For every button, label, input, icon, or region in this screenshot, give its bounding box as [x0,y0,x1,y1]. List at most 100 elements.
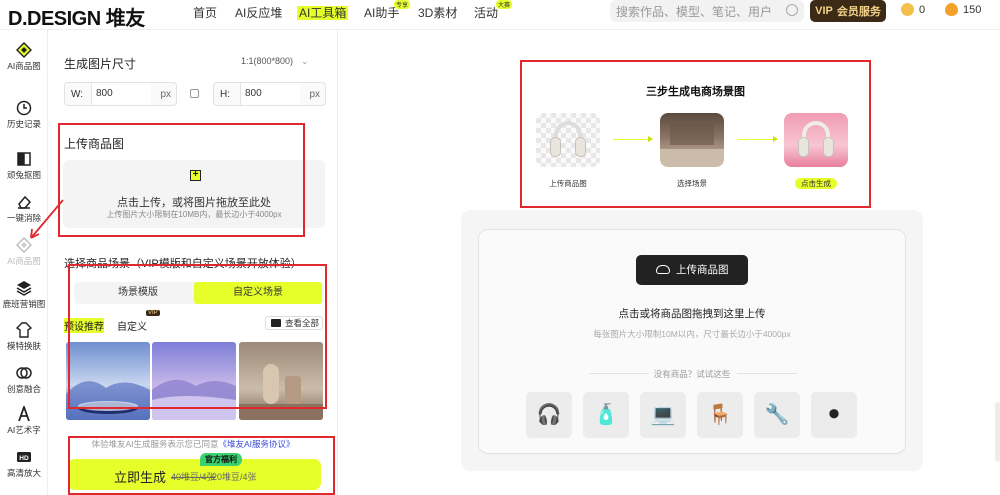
sidebar-item-art-text[interactable]: AI艺术字 [0,406,48,436]
main-canvas: 三步生成电商场景图 上传商品图 选择场景 点击生成 上传商品图 点击或将商品图拖… [338,30,1000,495]
nav-ai-assistant[interactable]: AI助手 专享 [364,0,411,21]
size-ratio-select[interactable]: 1:1(800*800) ⌄ [241,56,309,67]
vip-label: 会员服务 [836,6,881,18]
upload-product-button[interactable]: 上传商品图 [636,255,748,285]
nav-ai-toolbox[interactable]: AI工具箱 [297,4,349,21]
sample-drill[interactable]: 🔧 [754,392,800,438]
annotation-arrow [30,199,64,239]
hd-icon: HD [17,452,31,462]
step-image-result [784,113,848,167]
marketing-icon [16,281,32,296]
headphones-icon: 🎧 [536,404,562,426]
nav-tag-contest: 大赛 [496,0,513,9]
grid-icon [271,319,281,327]
tab-scene-template[interactable]: 场景模版 [74,282,202,304]
drill-icon: 🔧 [764,404,790,426]
vip-member-button[interactable]: VIP 会员服务 [810,0,886,22]
points-count: 150 [963,3,982,16]
nav-3d-assets[interactable]: 3D素材 [418,4,457,21]
coin-balance[interactable]: 0 [901,3,925,16]
height-field[interactable]: H: 800 px [213,82,326,106]
coin-count: 0 [919,3,926,16]
sidebar-item-cutout[interactable]: 顽兔抠图 [0,151,48,181]
search-icon[interactable] [786,4,798,16]
svg-text:HD: HD [19,455,29,462]
search-input[interactable]: 搜索作品、模型、笔记、用户 [610,0,804,22]
laptop-icon: 💻 [650,404,676,426]
generate-button[interactable]: 立即生成 40堆豆/4张 20堆豆/4张 [68,459,321,490]
perk-badge: 官方福利 [200,453,242,466]
main-dropzone[interactable]: 上传商品图 点击或将商品图拖拽到这里上传 每张图片大小限制10M以内，尺寸最长边… [478,229,906,454]
sidebar-item-fusion[interactable]: 创意融合 [0,365,48,395]
sample-headphones[interactable]: 🎧 [526,392,572,438]
nav-ai-reactor[interactable]: AI反应堆 [235,4,282,21]
sidebar-item-history[interactable]: 历史记录 [0,100,48,130]
agreement-link[interactable]: 《堆友AI服务协议》 [219,439,295,449]
model-icon [16,322,32,338]
tool-sidebar: AI商品图 历史记录 顽兔抠图 一键消除 AI商品图 鹿班营销图 模特换肤 创意… [0,30,48,495]
nav-tag-exclusive: 专享 [394,0,411,9]
view-all-button[interactable]: 查看全部 [265,316,323,330]
flame-icon [945,3,958,16]
sample-chair[interactable]: 🪑 [697,392,743,438]
step-image-scene [660,113,724,167]
step-image-upload [536,113,600,167]
tab-custom[interactable]: 自定义 [117,318,147,333]
lock-icon[interactable] [190,89,199,98]
plus-icon: + [190,170,201,181]
sample-laptop[interactable]: 💻 [640,392,686,438]
sidebar-item-ai-product[interactable]: AI商品图 [0,42,48,72]
scene-thumb-3[interactable] [239,342,323,420]
scene-mode-toggle: 场景模版 自定义场景 [74,282,324,304]
sample-tire[interactable]: ⚫ [811,392,857,438]
scene-section-title: 选择商品场景（VIP模版和自定义场景开放体验） [64,258,302,270]
scene-thumb-2[interactable] [152,342,236,420]
points-balance[interactable]: 150 [945,3,981,16]
nav-home[interactable]: 首页 [193,4,217,21]
headphones-icon [550,121,586,159]
search-placeholder: 搜索作品、模型、笔记、用户 [616,5,773,19]
scene-thumb-1[interactable] [66,342,150,420]
scene-illustration [152,379,236,420]
sidebar-item-marketing[interactable]: 鹿班营销图 [0,280,48,310]
site-logo[interactable]: D.DESIGN 堆友 [8,2,145,31]
scrollbar[interactable] [995,402,1000,462]
width-unit: px [160,89,171,100]
width-input[interactable]: 800 [91,83,151,105]
main-upload-area: 上传商品图 点击或将商品图拖拽到这里上传 每张图片大小限制10M以内，尺寸最长边… [461,210,923,471]
step-label-scene: 选择场景 [677,179,707,188]
tab-preset[interactable]: 预设推荐 [64,318,104,333]
agreement-text: 体验堆友AI生成服务表示您已同意《堆友AI服务协议》 [91,439,295,449]
sidebar-item-hd[interactable]: HD 高清放大 [0,449,48,479]
scene-illustration [66,381,150,420]
upload-hint-text: 上传图片大小限制在10MB内，最长边小于4000px [106,210,282,219]
settings-panel: 生成图片尺寸 1:1(800*800) ⌄ W: 800 px H: 800 px… [30,30,338,495]
upload-dropzone[interactable]: + 点击上传，或将图片拖放至此处 上传图片大小限制在10MB内，最长边小于400… [63,160,325,228]
width-label: W: [71,89,84,100]
nav-events[interactable]: 活动 大赛 [474,0,513,21]
divider [737,373,797,374]
tire-icon: ⚫ [825,404,843,426]
step-label-upload: 上传商品图 [549,179,587,188]
width-field[interactable]: W: 800 px [64,82,177,106]
sample-perfume[interactable]: 🧴 [583,392,629,438]
ai-product-icon [16,42,32,58]
perfume-icon: 🧴 [593,404,619,426]
scene-illustration [239,364,323,420]
cloud-upload-icon [656,265,670,274]
try-samples-text: 没有商品？试试这些 [653,369,731,379]
step-arrow-2 [738,136,778,142]
size-section-title: 生成图片尺寸 [64,57,137,71]
dropzone-hint-text: 每张图片大小限制10M以内，尺寸最长边小于4000px [593,329,791,339]
top-navbar: D.DESIGN 堆友 首页 AI反应堆 AI工具箱 AI助手 专享 3D素材 活… [0,0,1000,30]
step-arrow-1 [613,136,653,142]
tab-custom-scene[interactable]: 自定义场景 [194,282,322,304]
headphones-icon [798,121,834,159]
cutout-icon [17,152,31,166]
sidebar-item-model[interactable]: 模特换肤 [0,322,48,352]
history-icon [16,100,32,116]
height-label: H: [220,89,230,100]
upload-section-title: 上传商品图 [64,137,125,151]
vip-tag: VIP [146,310,160,316]
height-input[interactable]: 800 [240,83,300,105]
